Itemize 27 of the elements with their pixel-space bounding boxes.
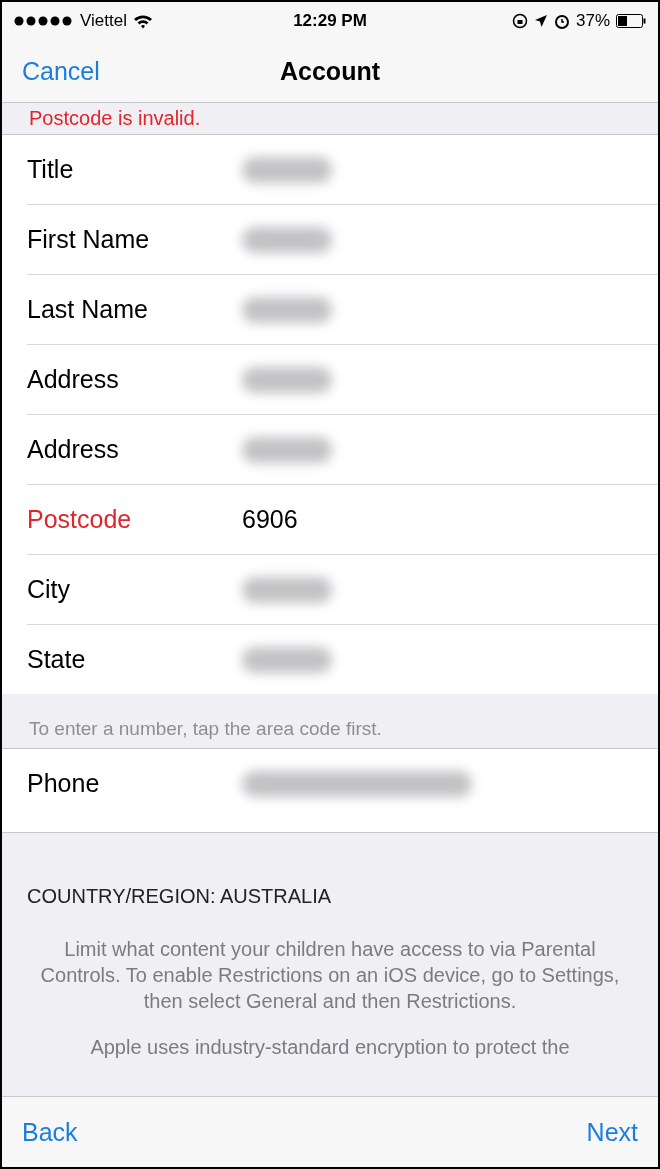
field-label: Last Name bbox=[27, 295, 149, 324]
clock-time: 12:29 PM bbox=[293, 11, 367, 31]
field-label: First Name bbox=[27, 225, 151, 254]
rotation-lock-icon bbox=[512, 13, 528, 29]
cancel-button[interactable]: Cancel bbox=[22, 56, 100, 86]
field-label: Address bbox=[27, 365, 120, 394]
signal-icon bbox=[14, 16, 74, 26]
info-paragraph: Limit what content your children have access to via Parental Controls. To enable Restrictions on an iOS device, go to Settings, then select General and then Restrictions. bbox=[39, 937, 621, 1014]
back-button[interactable]: Back bbox=[22, 1117, 78, 1147]
field-label: Postcode bbox=[27, 505, 133, 534]
next-button[interactable]: Next bbox=[586, 1117, 638, 1147]
screen-title: Account bbox=[280, 56, 380, 86]
field-label: Title bbox=[27, 155, 75, 184]
wifi-icon bbox=[132, 13, 153, 29]
country-heading: COUNTRY/REGION: AUSTRALIA bbox=[26, 884, 333, 909]
info-paragraph: Apple uses industry-standard encryption to protect the bbox=[89, 1035, 571, 1060]
input-field[interactable]: 6906 bbox=[242, 505, 298, 534]
error-message: Postcode is invalid. bbox=[29, 106, 202, 130]
field-label: Phone bbox=[27, 769, 101, 798]
field-label: Address bbox=[27, 435, 120, 464]
location-arrow-icon bbox=[534, 14, 548, 28]
field-label: City bbox=[27, 575, 72, 604]
battery-icon bbox=[616, 14, 646, 28]
alarm-icon bbox=[554, 13, 570, 29]
battery-percent: 37% bbox=[576, 11, 610, 31]
carrier-name: Viettel bbox=[80, 11, 127, 31]
field-label: State bbox=[27, 645, 87, 674]
